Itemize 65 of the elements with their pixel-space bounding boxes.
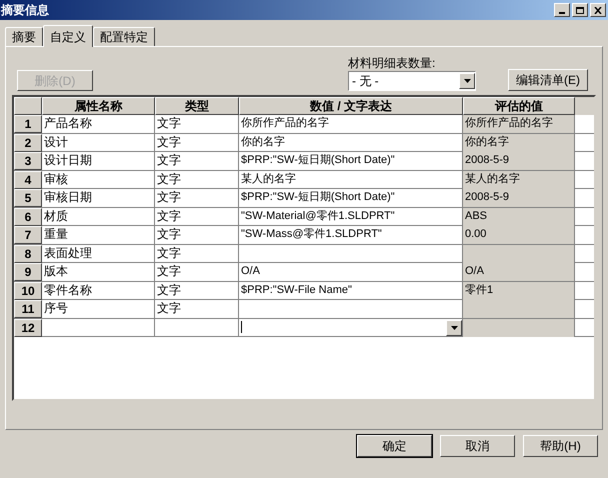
table-cell: 文字 [155,170,239,188]
table-cell: 版本 [42,263,155,281]
table-cell: 文字 [155,134,239,152]
table-cell: ABS [463,208,575,226]
table-cell: 文字 [155,263,239,281]
edit-list-button[interactable]: 编辑清单(E) [508,69,588,91]
table-cell: 表面处理 [42,244,155,262]
maximize-icon [576,6,584,14]
caret-icon [450,326,458,330]
row-number[interactable]: 12 [14,318,42,336]
table-cell: 2008-5-9 [463,152,575,170]
dialog-button[interactable]: 取消 [440,435,515,457]
row-number[interactable]: 5 [14,189,42,207]
table-cell: 材质 [42,208,155,226]
row-number[interactable]: 9 [14,263,42,281]
caret-icon [464,79,470,83]
table-cell: 审核 [42,170,155,188]
table-cell: 文字 [155,226,239,244]
table-cell: 文字 [155,244,239,262]
table-cell: 重量 [42,226,155,244]
table-cell: 你所作产品的名字 [463,115,575,133]
column-header[interactable]: 评估的值 [463,97,575,115]
table-cell: 文字 [155,208,239,226]
row-number[interactable]: 1 [14,115,42,133]
tab[interactable]: 自定义 [43,25,93,47]
row-number[interactable]: 8 [14,244,42,262]
table-cell: 0.00 [463,226,575,244]
table-cell: 你的名字 [463,134,575,152]
row-number[interactable]: 4 [14,170,42,188]
window-title: 摘要信息 [0,2,49,19]
bom-quantity-dropdown[interactable]: - 无 - [348,71,476,91]
table-cell: 2008-5-9 [463,189,575,207]
column-header[interactable]: 数值 / 文字表达 [239,97,463,115]
bom-quantity-label: 材料明细表数量: [348,55,436,71]
row-number[interactable]: 10 [14,282,42,300]
table-cell: 文字 [155,282,239,300]
row-number[interactable]: 7 [14,226,42,244]
column-header[interactable]: 属性名称 [42,97,155,115]
dialog-button[interactable]: 确定 [357,435,432,457]
table-cell: 文字 [155,152,239,170]
table-cell: 文字 [155,115,239,133]
table-cell: 零件1 [463,282,575,300]
table-cell: 某人的名字 [463,170,575,188]
dialog-button[interactable]: 帮助(H) [523,435,598,457]
table-cell: 文字 [155,189,239,207]
row-number[interactable]: 11 [14,300,42,318]
row-number[interactable]: 6 [14,208,42,226]
row-number[interactable]: 3 [14,152,42,170]
close-icon [594,6,602,14]
close-button[interactable] [590,3,606,17]
value-dropdown[interactable] [239,318,463,336]
table-cell: 审核日期 [42,189,155,207]
tab[interactable]: 配置特定 [93,27,155,46]
table-cell: 设计日期 [42,152,155,170]
table-cell: 设计 [42,134,155,152]
table-cell: 序号 [42,300,155,318]
column-header[interactable]: 类型 [155,97,239,115]
table-cell: O/A [463,263,575,281]
tab[interactable]: 摘要 [5,27,43,46]
maximize-button[interactable] [572,3,588,17]
minimize-button[interactable] [554,3,570,17]
row-number[interactable]: 2 [14,134,42,152]
table-cell: 产品名称 [42,115,155,133]
table-cell: 文字 [155,300,239,318]
table-cell: 零件名称 [42,282,155,300]
